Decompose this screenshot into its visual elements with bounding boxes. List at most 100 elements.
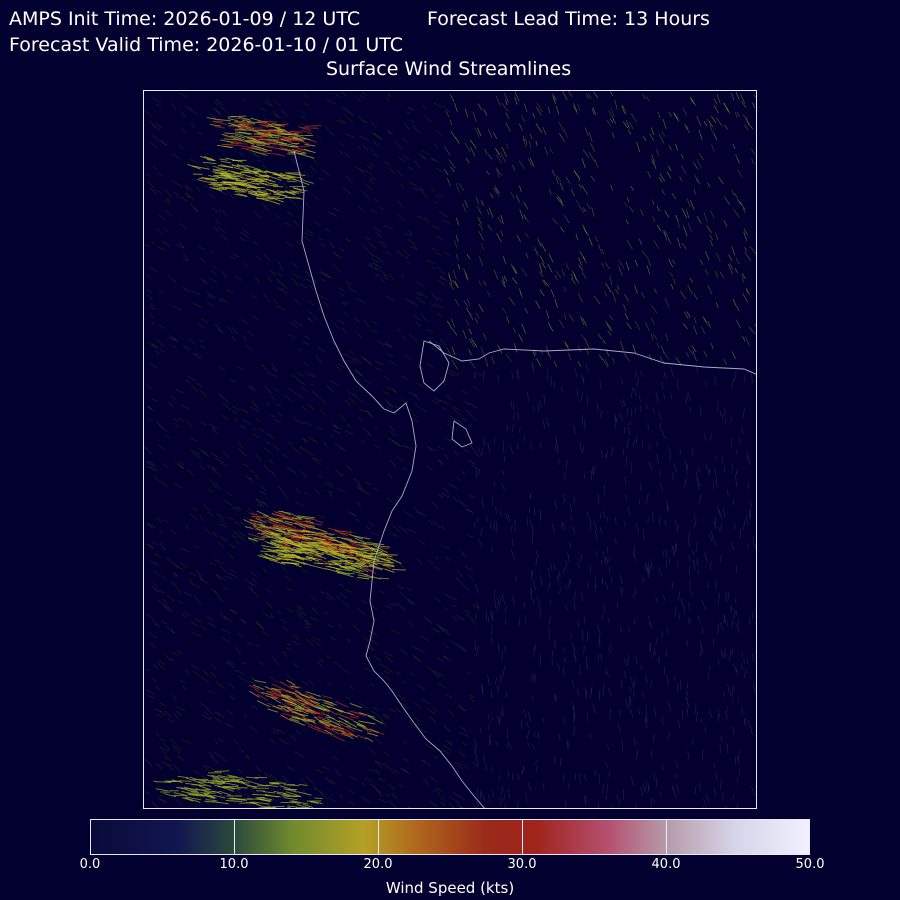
streamline: [410, 672, 415, 677]
streamline: [684, 477, 687, 488]
streamline: [401, 398, 406, 404]
streamline: [362, 144, 369, 152]
streamline: [499, 595, 502, 602]
streamline: [391, 793, 398, 800]
streamline: [584, 338, 590, 349]
streamline: [735, 92, 740, 100]
streamline: [690, 96, 696, 106]
streamline: [450, 94, 455, 102]
streamline: [698, 129, 703, 140]
streamline: [388, 430, 396, 437]
streamline: [149, 313, 154, 319]
streamline: [688, 807, 690, 808]
streamline: [339, 473, 345, 477]
streamline: [345, 696, 350, 701]
streamline: [291, 640, 300, 645]
streamline: [291, 277, 299, 287]
streamline: [570, 189, 575, 197]
streamline: [689, 587, 693, 596]
streamline: [478, 223, 483, 230]
streamline: [592, 107, 597, 116]
streamline: [413, 402, 419, 406]
streamline: [472, 762, 478, 767]
streamline: [190, 449, 200, 455]
streamline: [244, 526, 254, 530]
streamline: [470, 146, 476, 157]
streamline: [379, 206, 385, 211]
streamline: [687, 391, 692, 402]
streamline: [456, 614, 466, 621]
streamline: [619, 625, 623, 633]
streamline: [263, 464, 272, 473]
streamline: [229, 378, 237, 383]
streamline: [656, 205, 660, 212]
streamline: [274, 679, 285, 686]
coastline-island: [419, 340, 450, 392]
streamline: [543, 420, 545, 429]
streamline: [378, 547, 389, 550]
streamline: [448, 159, 456, 169]
streamline: [640, 787, 644, 796]
streamline: [148, 266, 158, 273]
streamline: [365, 481, 371, 486]
streamline: [229, 569, 237, 574]
streamline: [645, 403, 649, 410]
streamline: [160, 749, 168, 756]
streamline: [457, 419, 465, 426]
streamline: [578, 205, 585, 213]
streamline: [679, 176, 683, 182]
streamline: [190, 290, 201, 296]
streamlines: [144, 91, 756, 808]
streamline: [599, 653, 603, 662]
streamline: [577, 292, 584, 303]
streamline: [659, 173, 666, 182]
streamline: [219, 756, 228, 762]
streamline: [651, 158, 654, 165]
streamline: [427, 519, 433, 525]
streamline: [703, 211, 708, 222]
streamline: [655, 637, 658, 645]
streamline: [553, 562, 556, 571]
streamline: [177, 588, 182, 594]
streamline: [170, 180, 179, 185]
streamline: [320, 591, 326, 595]
streamline: [368, 768, 375, 773]
streamline: [429, 776, 438, 783]
streamline: [226, 289, 235, 295]
streamline: [593, 521, 598, 531]
streamline: [384, 675, 390, 681]
streamline: [574, 601, 576, 611]
streamline: [359, 169, 365, 174]
streamline: [535, 550, 539, 559]
streamline: [696, 366, 698, 375]
streamline: [304, 335, 311, 340]
streamline: [151, 619, 159, 625]
streamline: [727, 688, 732, 697]
streamline: [540, 242, 547, 252]
streamline: [314, 221, 320, 225]
streamline: [649, 622, 653, 630]
streamline: [582, 446, 585, 454]
streamline: [185, 379, 191, 384]
streamline: [462, 330, 467, 340]
streamline: [437, 279, 445, 286]
streamline: [497, 643, 500, 653]
streamline: [685, 351, 690, 358]
streamline: [151, 801, 158, 808]
streamline: [469, 414, 478, 422]
streamline: [653, 239, 660, 250]
streamline: [164, 743, 170, 750]
streamline: [689, 277, 694, 283]
streamline: [655, 392, 659, 403]
streamline: [688, 223, 692, 232]
streamline: [655, 778, 657, 788]
streamline: [554, 298, 558, 308]
streamline: [743, 668, 747, 679]
streamline: [440, 525, 445, 530]
streamline: [495, 154, 502, 164]
streamline: [385, 386, 396, 392]
streamline: [511, 772, 514, 781]
streamline: [286, 180, 297, 183]
streamline: [627, 129, 632, 135]
streamline: [661, 131, 666, 137]
